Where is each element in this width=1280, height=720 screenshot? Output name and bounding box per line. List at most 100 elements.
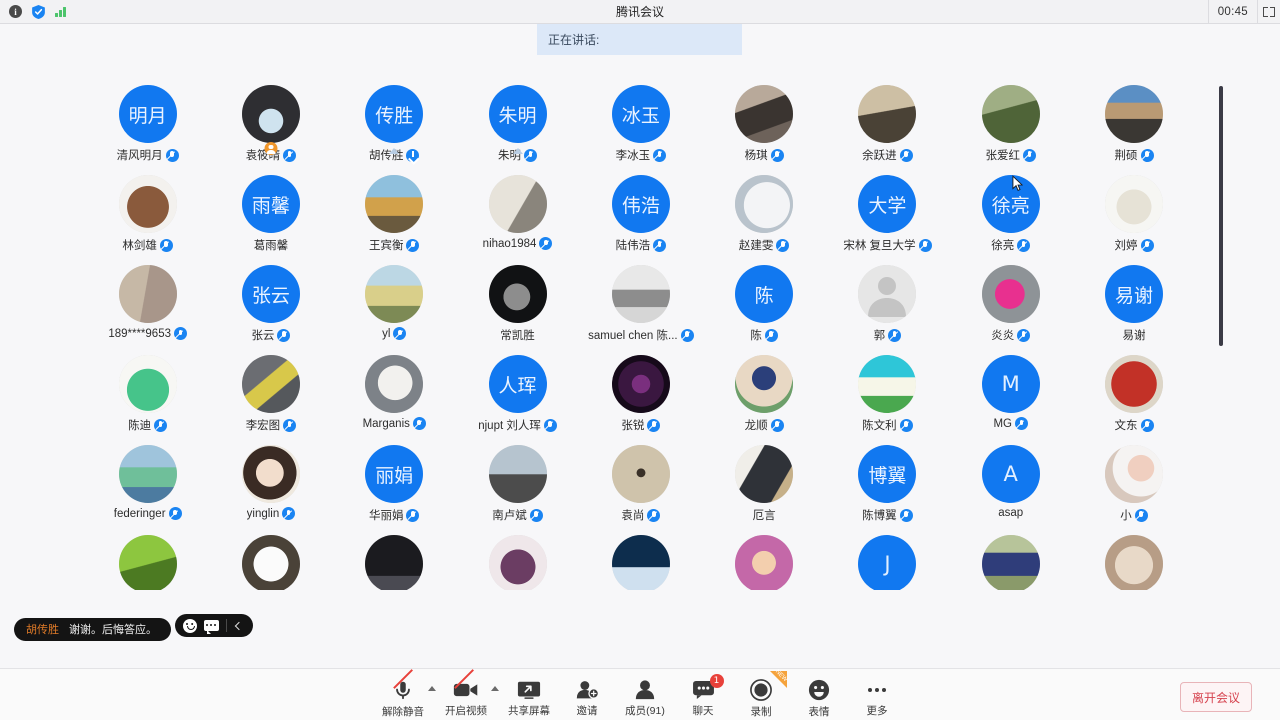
participant-name-row: yl xyxy=(382,327,407,340)
participant-name: yl xyxy=(382,327,391,340)
participant-tile[interactable]: 余跃进 xyxy=(826,85,949,175)
participant-tile[interactable]: 袁筱晴 xyxy=(209,85,332,175)
participant-name-row: 陈迪 xyxy=(128,417,168,433)
avatar-image xyxy=(611,445,670,503)
participant-tile[interactable] xyxy=(209,535,332,590)
smiley-icon[interactable] xyxy=(182,618,197,633)
participant-tile[interactable]: 传胜 胡传胜 xyxy=(333,85,456,175)
chevron-up-icon[interactable] xyxy=(428,685,436,691)
grid-scrollbar-thumb[interactable] xyxy=(1219,86,1223,346)
participant-tile[interactable]: 袁尚 xyxy=(579,445,702,535)
participant-avatar-photo xyxy=(735,175,794,233)
participant-tile[interactable]: 王宾衡 xyxy=(333,175,456,265)
participant-tile[interactable]: 郭 xyxy=(826,265,949,355)
toolbar-share-screen[interactable]: 共享屏幕 xyxy=(500,672,558,718)
toolbar-chat[interactable]: 1 聊天 xyxy=(674,672,732,718)
avatar-image xyxy=(365,355,424,413)
chat-sender-name: 胡传胜 xyxy=(26,623,59,636)
participant-tile[interactable]: yinglin xyxy=(209,445,332,535)
avatar-image xyxy=(241,535,300,590)
chevron-left-icon[interactable] xyxy=(235,621,244,630)
participant-tile[interactable]: 小 xyxy=(1072,445,1195,535)
participant-tile[interactable]: 陈陈 xyxy=(702,265,825,355)
participant-tile[interactable]: 龙顺 xyxy=(702,355,825,445)
participant-tile[interactable]: 189****9653 xyxy=(86,265,209,355)
signal-bars-icon[interactable] xyxy=(55,6,66,17)
mic-muted-icon xyxy=(282,507,296,520)
participant-tile[interactable]: 张锐 xyxy=(579,355,702,445)
participant-name-row: 荆硕 xyxy=(1115,147,1154,163)
participant-tile[interactable]: M MG xyxy=(949,355,1072,445)
chevron-up-icon[interactable] xyxy=(491,685,499,691)
participant-tile[interactable]: 易谢 易谢 xyxy=(1072,265,1195,355)
participant-tile[interactable]: 南卢斌 xyxy=(456,445,579,535)
participant-tile[interactable]: 人珲 njupt 刘人珲 xyxy=(456,355,579,445)
participant-name-row: 清风明月 xyxy=(117,147,179,163)
participant-tile[interactable]: 荆硕 xyxy=(1072,85,1195,175)
participant-name: 赵建雯 xyxy=(738,240,774,252)
toolbar-item-label: 共享屏幕 xyxy=(508,705,550,717)
participant-name: 宋林 复旦大学 xyxy=(843,240,916,252)
participant-tile[interactable]: 炎炎 xyxy=(949,265,1072,355)
toolbar-camera-off[interactable]: 开启视频 xyxy=(437,669,495,718)
participant-tile[interactable]: 朱明 朱明 xyxy=(456,85,579,175)
participant-name: 李冰玉 xyxy=(615,150,651,162)
chat-bubble-icon[interactable] xyxy=(204,618,220,635)
chat-message-bubble[interactable]: 胡传胜 谢谢。后悔答应。 xyxy=(14,617,171,641)
toolbar-more-dots[interactable]: 更多 xyxy=(848,672,906,718)
participant-tile[interactable]: 文东 xyxy=(1072,355,1195,445)
shield-icon[interactable] xyxy=(32,4,45,19)
participant-tile[interactable] xyxy=(86,535,209,590)
participant-tile[interactable]: 杨琪 xyxy=(702,85,825,175)
participant-tile[interactable]: 厄言 xyxy=(702,445,825,535)
participant-tile[interactable]: 冰玉 李冰玉 xyxy=(579,85,702,175)
participant-tile[interactable]: 丽娟 华丽娟 xyxy=(333,445,456,535)
avatar-image xyxy=(735,355,794,413)
toolbar-mic-muted[interactable]: 解除静音 xyxy=(374,669,432,718)
participant-tile[interactable]: Marganis xyxy=(333,355,456,445)
participant-tile[interactable]: 明月 清风明月 xyxy=(86,85,209,175)
participant-tile[interactable]: 李宏图 xyxy=(209,355,332,445)
participant-tile[interactable]: 伟浩 陆伟浩 xyxy=(579,175,702,265)
participant-tile[interactable] xyxy=(1072,535,1195,590)
toolbar-item-label: 录制 xyxy=(750,706,772,718)
participant-name-row: asap xyxy=(998,507,1023,519)
participant-tile[interactable]: nihao1984 xyxy=(456,175,579,265)
info-icon[interactable]: i xyxy=(9,5,22,18)
participant-tile[interactable]: 雨馨 葛雨馨 xyxy=(209,175,332,265)
toolbar-emoji[interactable]: 表情 xyxy=(790,672,848,718)
participant-tile[interactable]: 博翼 陈博翼 xyxy=(826,445,949,535)
leave-meeting-button[interactable]: 离开会议 xyxy=(1180,682,1252,712)
participant-tile[interactable]: Aasap xyxy=(949,445,1072,535)
participant-name: 王宾衡 xyxy=(368,240,404,252)
participant-tile[interactable]: 徐亮 徐亮 xyxy=(949,175,1072,265)
participant-tile[interactable] xyxy=(579,535,702,590)
chat-message-text: 谢谢。后悔答应。 xyxy=(69,623,157,636)
fullscreen-icon[interactable] xyxy=(1258,0,1280,24)
participant-tile[interactable]: federinger xyxy=(86,445,209,535)
toolbar-participants[interactable]: 成员(91) xyxy=(616,672,674,718)
participant-tile[interactable]: yl xyxy=(333,265,456,355)
participant-tile[interactable]: 常凯胜 xyxy=(456,265,579,355)
participant-tile[interactable]: 赵建雯 xyxy=(702,175,825,265)
participant-avatar-photo xyxy=(365,535,424,590)
participant-tile[interactable]: 张云 张云 xyxy=(209,265,332,355)
avatar-image xyxy=(981,265,1040,323)
participant-tile[interactable]: J xyxy=(826,535,949,590)
participant-tile[interactable] xyxy=(333,535,456,590)
participant-tile[interactable]: 陈文利 xyxy=(826,355,949,445)
participant-tile[interactable] xyxy=(702,535,825,590)
toolbar-record[interactable]: NEW 录制 xyxy=(732,669,790,718)
participant-tile[interactable]: 大学 宋林 复旦大学 xyxy=(826,175,949,265)
participant-tile[interactable]: 张爱红 xyxy=(949,85,1072,175)
participant-tile[interactable]: 林剑雄 xyxy=(86,175,209,265)
participant-tile[interactable]: samuel chen 陈... xyxy=(579,265,702,355)
participant-tile[interactable]: 刘婷 xyxy=(1072,175,1195,265)
participant-tile[interactable] xyxy=(456,535,579,590)
participant-tile[interactable]: 陈迪 xyxy=(86,355,209,445)
participant-tile[interactable] xyxy=(949,535,1072,590)
toolbar-invite-user[interactable]: 邀请 xyxy=(558,672,616,718)
grid-scrollbar[interactable] xyxy=(1219,86,1223,376)
participant-name-row: 文东 xyxy=(1115,417,1154,433)
participant-name: 荆硕 xyxy=(1114,150,1138,162)
